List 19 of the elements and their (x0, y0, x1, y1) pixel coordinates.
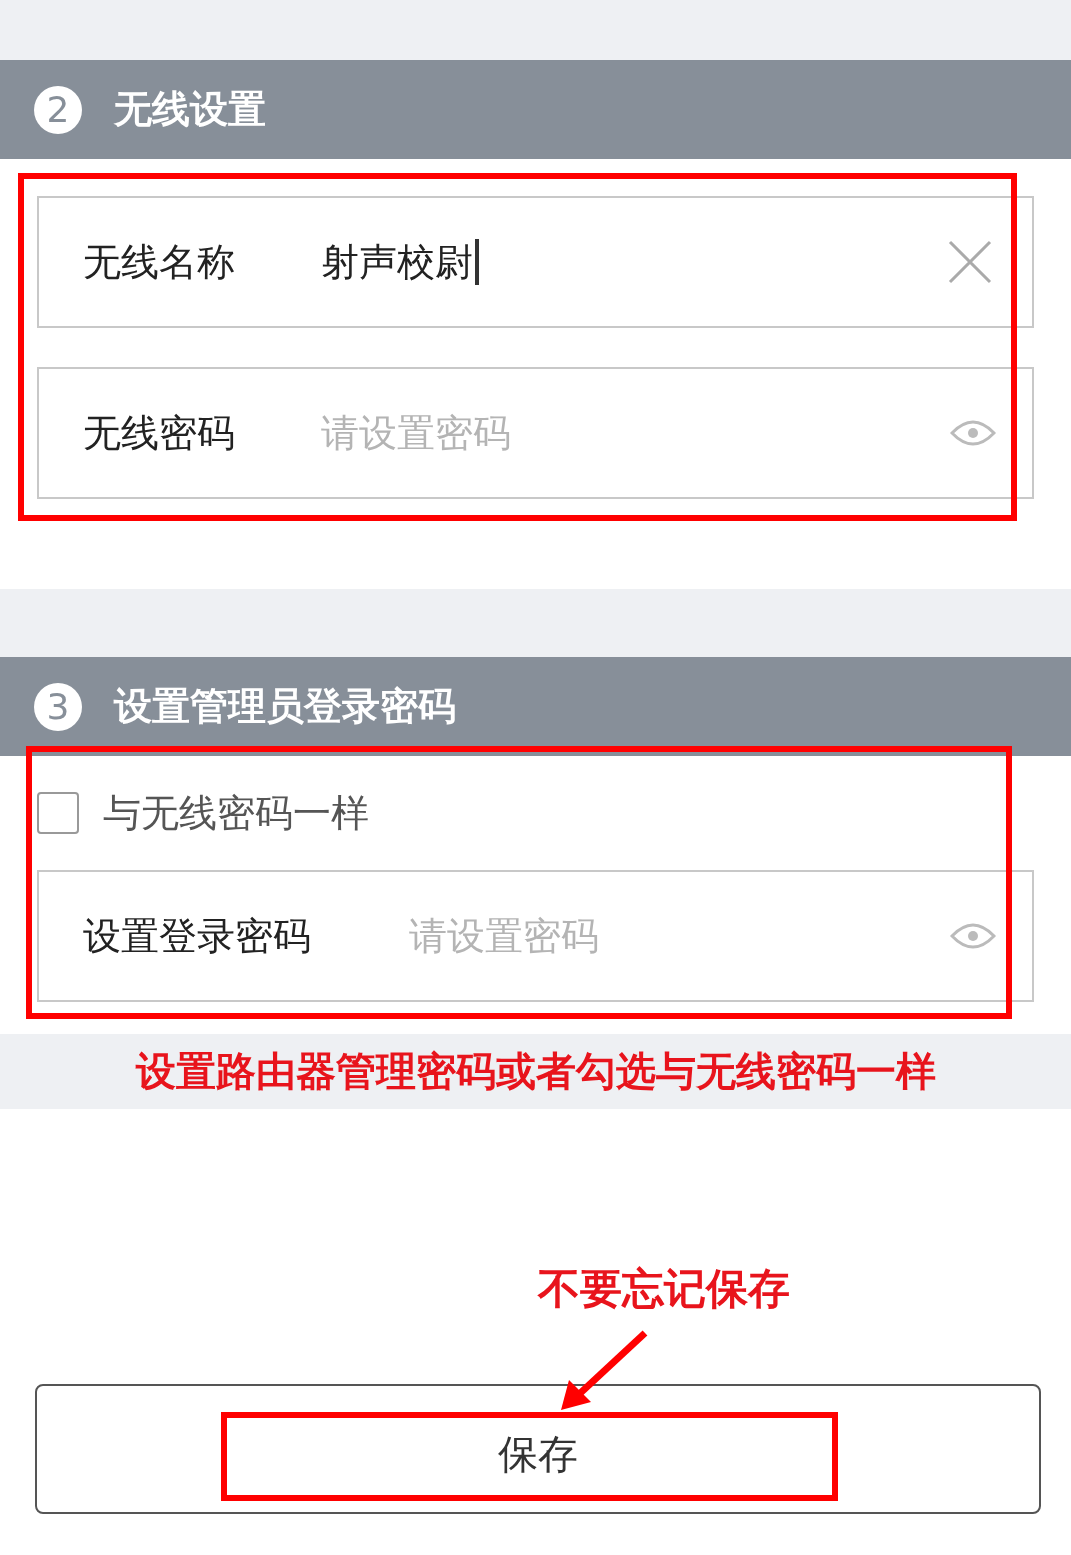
step-number: 2 (34, 85, 82, 134)
section-title: 设置管理员登录密码 (114, 683, 456, 730)
clear-icon[interactable] (948, 240, 992, 284)
section-title: 无线设置 (114, 86, 266, 133)
field-label: 无线名称 (83, 238, 236, 286)
field-value: 射声校尉 (321, 233, 479, 291)
field-placeholder: 请设置密码 (409, 912, 599, 960)
input-field[interactable]: 无线密码 请设置密码 (37, 367, 1034, 499)
step-number: 3 (34, 682, 82, 731)
annotation-text: 设置路由器管理密码或者勾选与无线密码一样 (135, 1047, 936, 1096)
input-field[interactable]: 设置登录密码 请设置密码 (37, 870, 1034, 1002)
input-field[interactable]: 无线名称 射声校尉 (37, 196, 1034, 328)
field-placeholder: 请设置密码 (321, 409, 511, 457)
save-button[interactable]: 保存 (35, 1384, 1041, 1514)
field-label: 设置登录密码 (83, 912, 312, 960)
checkbox-label: 与无线密码一样 (103, 789, 369, 837)
field-label: 无线密码 (83, 409, 236, 457)
annotation-text: 不要忘记保存 (538, 1264, 790, 1314)
checkbox[interactable] (37, 792, 79, 834)
